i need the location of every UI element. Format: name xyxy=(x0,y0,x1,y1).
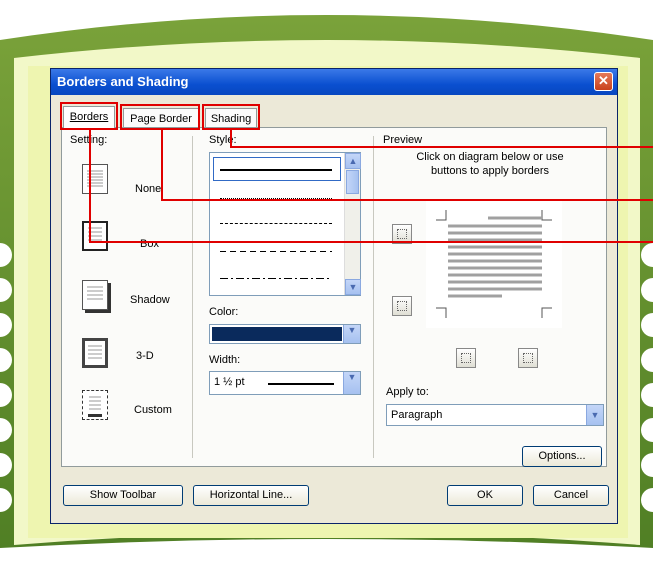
setting-none-label: None xyxy=(135,183,162,195)
ok-button-label: OK xyxy=(477,489,493,501)
dialog-title-bar[interactable]: Borders and Shading ✕ xyxy=(51,69,617,95)
preview-diagram[interactable] xyxy=(426,200,562,328)
options-button[interactable]: Options... xyxy=(522,446,602,467)
divider xyxy=(373,136,374,458)
divider xyxy=(192,136,193,458)
highlight-page-border-tab xyxy=(120,104,200,130)
cancel-button-label: Cancel xyxy=(553,489,589,501)
dialog-title: Borders and Shading xyxy=(57,74,189,89)
color-label: Color: xyxy=(209,306,239,318)
horizontal-line-button[interactable]: Horizontal Line... xyxy=(193,485,309,506)
callout-line-page-border-h xyxy=(161,199,653,201)
apply-to-select[interactable]: Paragraph ▼ xyxy=(386,404,604,426)
callout-line-shading-v xyxy=(230,130,232,147)
callout-line-borders-h xyxy=(89,241,653,243)
chevron-down-icon[interactable]: ▼ xyxy=(343,372,360,394)
width-label: Width: xyxy=(209,354,241,366)
width-value: 1 ½ pt xyxy=(214,376,245,388)
borders-and-shading-dialog: Borders and Shading ✕ Borders Page Borde… xyxy=(50,68,618,524)
setting-custom-icon xyxy=(82,390,108,420)
scroll-down-icon[interactable]: ▼ xyxy=(345,279,361,295)
preview-label: Preview xyxy=(383,134,423,146)
style-scrollbar[interactable]: ▲ ▼ xyxy=(344,153,361,295)
cancel-button[interactable]: Cancel xyxy=(533,485,609,506)
setting-3d-label: 3-D xyxy=(136,350,154,362)
color-swatch xyxy=(212,327,342,341)
setting-custom-label: Custom xyxy=(134,404,172,416)
setting-box-icon xyxy=(82,221,108,251)
setting-box-label: Box xyxy=(140,238,159,250)
setting-none-icon xyxy=(82,164,108,194)
horizontal-line-label: Horizontal Line... xyxy=(209,489,293,501)
highlight-shading-tab xyxy=(202,104,260,130)
tab-borders-label: Borders xyxy=(69,111,109,123)
width-line-sample xyxy=(268,383,334,385)
close-icon[interactable]: ✕ xyxy=(594,72,613,91)
style-list[interactable]: ▲ ▼ xyxy=(209,152,361,296)
style-option-solid[interactable] xyxy=(213,157,341,181)
width-select[interactable]: 1 ½ pt ▼ xyxy=(209,371,361,395)
show-toolbar-label: Show Toolbar xyxy=(89,489,157,501)
scroll-thumb[interactable] xyxy=(346,170,359,194)
style-label: Style: xyxy=(209,134,237,146)
setting-shadow-label: Shadow xyxy=(130,294,170,306)
left-border-button[interactable] xyxy=(456,348,476,368)
preview-instructions: Click on diagram below or use buttons to… xyxy=(416,151,564,177)
scroll-up-icon[interactable]: ▲ xyxy=(345,153,361,169)
apply-to-value: Paragraph xyxy=(391,409,443,421)
apply-to-label: Apply to: xyxy=(386,386,429,398)
callout-line-borders-v xyxy=(89,130,91,242)
style-option-dashed[interactable] xyxy=(220,251,332,252)
style-option-dash-dot[interactable] xyxy=(220,278,332,279)
callout-line-page-border-v xyxy=(161,130,163,200)
ok-button[interactable]: OK xyxy=(447,485,523,506)
right-border-button[interactable] xyxy=(518,348,538,368)
options-button-label: Options... xyxy=(538,450,586,462)
style-option-dashed-small[interactable] xyxy=(220,223,332,224)
tab-borders[interactable]: Borders xyxy=(63,106,115,128)
borders-tab-panel: Setting: None Box Shadow 3-D xyxy=(61,127,607,467)
callout-line-shading-h xyxy=(230,146,653,148)
setting-3d-icon xyxy=(82,338,108,368)
color-select[interactable]: ▼ xyxy=(209,324,361,344)
chevron-down-icon[interactable]: ▼ xyxy=(343,325,360,343)
bottom-border-button[interactable] xyxy=(392,296,412,316)
show-toolbar-button[interactable]: Show Toolbar xyxy=(63,485,183,506)
setting-shadow-icon xyxy=(82,280,108,310)
chevron-down-icon[interactable]: ▼ xyxy=(586,405,603,425)
